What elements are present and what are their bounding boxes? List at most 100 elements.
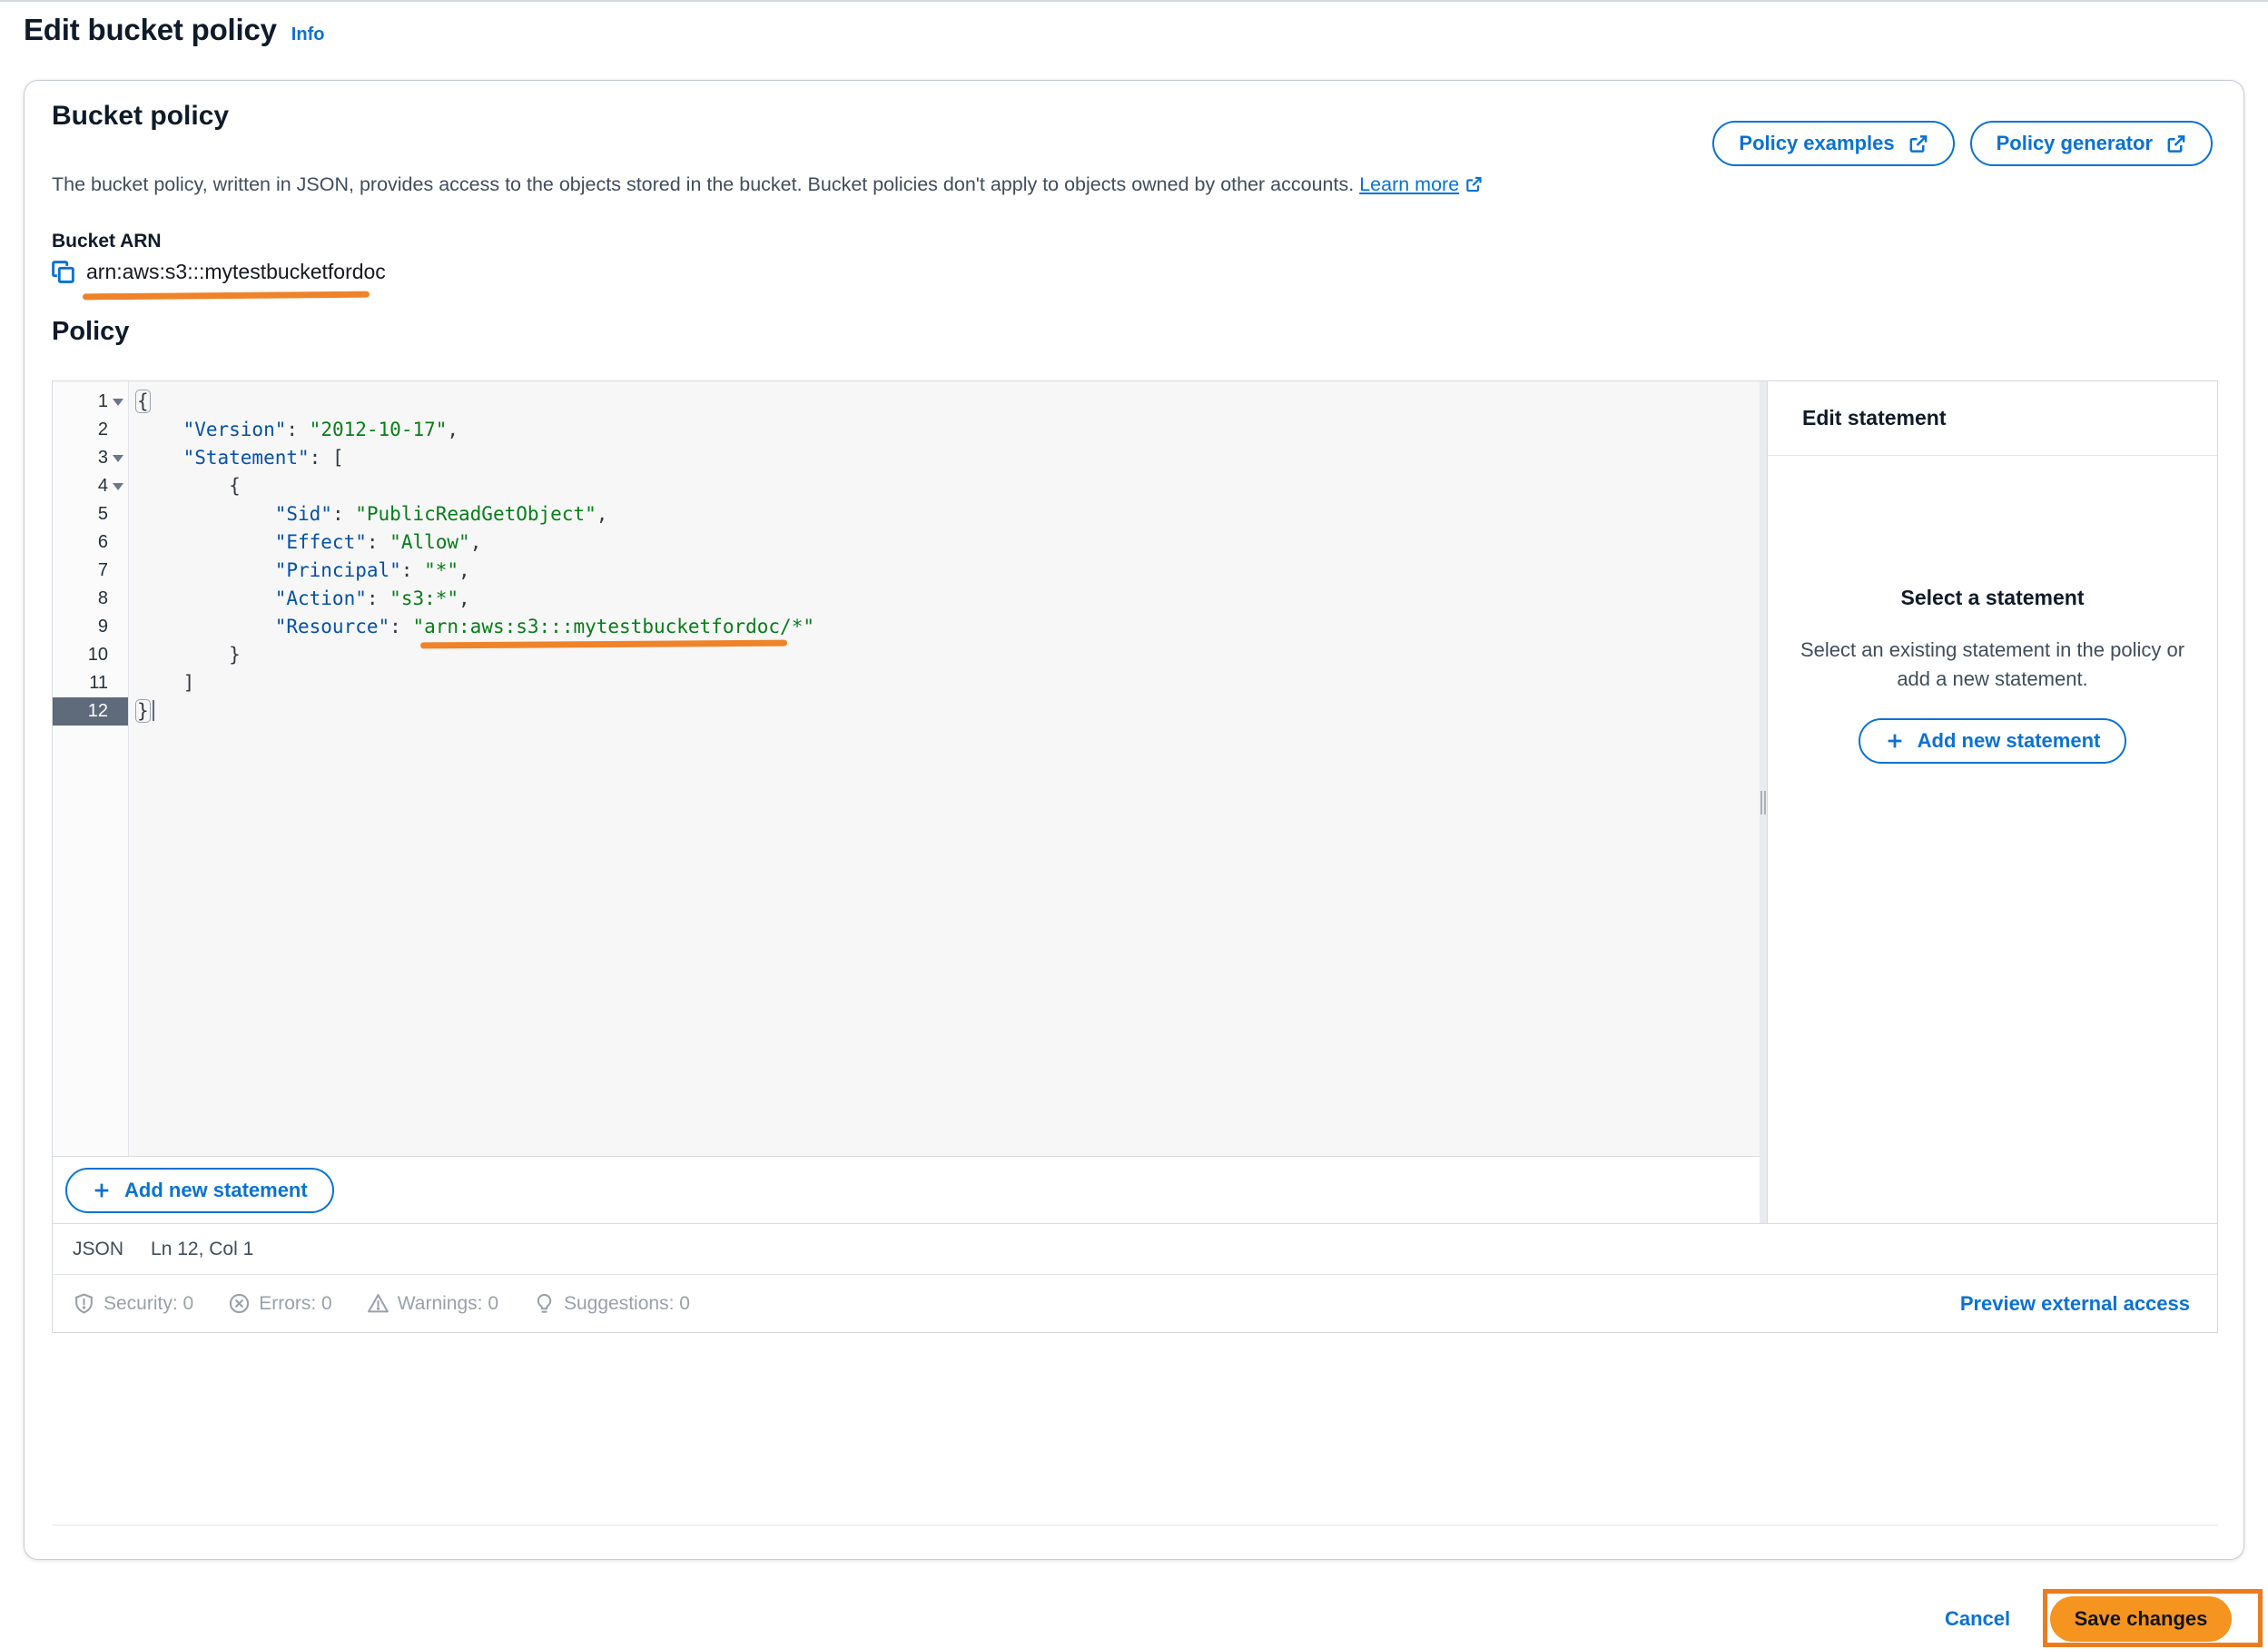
code-token bbox=[137, 616, 275, 637]
code-token: "s3:*" bbox=[390, 588, 459, 609]
line-number: 5 bbox=[98, 504, 108, 525]
code-token: , bbox=[459, 588, 470, 609]
fold-arrow-icon[interactable] bbox=[108, 388, 128, 416]
suggestions-check[interactable]: Suggestions: 0 bbox=[533, 1292, 690, 1315]
code-line: "Principal": "*", bbox=[137, 557, 1760, 585]
code-token: } bbox=[135, 699, 151, 723]
fold-arrow-slot bbox=[108, 500, 128, 528]
edit-statement-title: Edit statement bbox=[1768, 381, 2217, 456]
copy-icon[interactable] bbox=[50, 259, 76, 285]
code-token: "Statement" bbox=[183, 447, 310, 469]
gutter-line: 9 bbox=[53, 613, 128, 641]
code-token: "Principal" bbox=[275, 559, 401, 581]
editor-add-statement-row: Add new statement bbox=[53, 1157, 1760, 1223]
code-token: "2012-10-17" bbox=[310, 419, 448, 440]
code-token: } bbox=[137, 644, 241, 666]
line-number: 12 bbox=[88, 701, 108, 722]
page-title: Edit bucket policy bbox=[24, 13, 277, 47]
editor-left: 123456789101112 { "Version": "2012-10-17… bbox=[53, 381, 1760, 1223]
editor-main: 123456789101112 { "Version": "2012-10-17… bbox=[53, 381, 2217, 1223]
policy-generator-button[interactable]: Policy generator bbox=[1970, 121, 2213, 166]
bucket-policy-heading: Bucket policy bbox=[52, 101, 229, 132]
code-token: , bbox=[459, 559, 470, 581]
fold-arrow-icon[interactable] bbox=[108, 444, 128, 472]
line-number: 8 bbox=[98, 588, 108, 609]
add-new-statement-button[interactable]: Add new statement bbox=[65, 1168, 334, 1213]
edit-statement-panel: Edit statement Select a statement Select… bbox=[1767, 381, 2217, 1223]
gutter-line: 2 bbox=[53, 416, 128, 444]
code-token: ] bbox=[137, 672, 194, 694]
line-number: 9 bbox=[98, 617, 108, 637]
code-token: "Resource" bbox=[275, 616, 390, 637]
code-token: : bbox=[367, 531, 390, 553]
fold-arrow-slot bbox=[108, 697, 128, 726]
line-number: 11 bbox=[89, 673, 108, 694]
code-token: "*" bbox=[424, 559, 459, 581]
errors-check[interactable]: Errors: 0 bbox=[228, 1292, 332, 1315]
code-gutter: 123456789101112 bbox=[53, 381, 129, 1156]
line-number: 1 bbox=[98, 391, 108, 412]
gutter-line[interactable]: 4 bbox=[53, 472, 128, 500]
plus-icon bbox=[1885, 731, 1905, 751]
fold-arrow-slot bbox=[108, 669, 128, 697]
gutter-line: 8 bbox=[53, 585, 128, 613]
line-number: 2 bbox=[98, 420, 108, 440]
security-check-label: Security: 0 bbox=[104, 1293, 193, 1315]
code-token: "Effect" bbox=[275, 531, 367, 553]
external-link-icon bbox=[2165, 133, 2186, 154]
edit-statement-empty-state: Select a statement Select an existing st… bbox=[1768, 456, 2217, 1223]
code-token bbox=[137, 531, 275, 553]
policy-generator-label: Policy generator bbox=[1997, 132, 2153, 155]
error-circle-icon bbox=[228, 1292, 251, 1315]
editor-language: JSON bbox=[73, 1239, 123, 1260]
select-statement-description: Select an existing statement in the poli… bbox=[1795, 636, 2190, 694]
gutter-line: 10 bbox=[53, 641, 128, 669]
code-line: } bbox=[137, 697, 1760, 726]
gutter-line: 11 bbox=[53, 669, 128, 697]
code-line: { bbox=[137, 388, 1760, 416]
code-token: "Sid" bbox=[275, 503, 332, 525]
errors-check-label: Errors: 0 bbox=[259, 1293, 332, 1315]
bucket-arn-value: arn:aws:s3:::mytestbucketfordoc bbox=[86, 260, 386, 284]
panel-add-new-statement-button[interactable]: Add new statement bbox=[1859, 718, 2127, 764]
fold-arrow-icon[interactable] bbox=[108, 472, 128, 500]
line-number: 6 bbox=[98, 532, 108, 553]
save-changes-button[interactable]: Save changes bbox=[2050, 1596, 2232, 1642]
code-token: "PublicReadGetObject" bbox=[355, 503, 597, 525]
gutter-line: 5 bbox=[53, 500, 128, 528]
info-link[interactable]: Info bbox=[291, 25, 325, 45]
code-token bbox=[137, 559, 275, 581]
warnings-check-label: Warnings: 0 bbox=[398, 1293, 498, 1315]
policy-examples-button[interactable]: Policy examples bbox=[1712, 121, 1954, 166]
gutter-line[interactable]: 3 bbox=[53, 444, 128, 472]
annotation-underline-bucket-arn bbox=[83, 291, 370, 301]
fold-arrow-slot bbox=[108, 528, 128, 557]
policy-editor: 123456789101112 { "Version": "2012-10-17… bbox=[52, 380, 2218, 1333]
shield-icon bbox=[73, 1292, 95, 1315]
policy-examples-label: Policy examples bbox=[1739, 132, 1894, 155]
fold-arrow-slot bbox=[108, 585, 128, 613]
code-line: } bbox=[137, 641, 1760, 669]
add-new-statement-label: Add new statement bbox=[124, 1179, 308, 1202]
select-statement-title: Select a statement bbox=[1795, 586, 2190, 610]
plus-icon bbox=[92, 1180, 112, 1200]
gutter-line: 7 bbox=[53, 557, 128, 585]
editor-resize-handle[interactable] bbox=[1760, 381, 1767, 1223]
card-bottom-divider bbox=[52, 1525, 2218, 1526]
learn-more-link[interactable]: Learn more bbox=[1359, 173, 1483, 195]
preview-external-access-link[interactable]: Preview external access bbox=[1960, 1292, 2190, 1316]
code-token: " bbox=[412, 616, 424, 637]
lightbulb-icon bbox=[533, 1292, 556, 1315]
code-token: /*" bbox=[780, 616, 814, 637]
cancel-button[interactable]: Cancel bbox=[1945, 1607, 2010, 1631]
code-token: : bbox=[286, 419, 309, 440]
code-editor-area[interactable]: { "Version": "2012-10-17", "Statement": … bbox=[129, 381, 1760, 1156]
gutter-line[interactable]: 1 bbox=[53, 388, 128, 416]
security-check[interactable]: Security: 0 bbox=[73, 1292, 193, 1315]
bucket-arn-row: arn:aws:s3:::mytestbucketfordoc bbox=[50, 259, 386, 285]
bucket-policy-card: Bucket policy Policy examples Policy gen… bbox=[24, 80, 2244, 1560]
code-line: ] bbox=[137, 669, 1760, 697]
panel-add-new-statement-label: Add new statement bbox=[1918, 729, 2101, 753]
warnings-check[interactable]: Warnings: 0 bbox=[367, 1292, 498, 1315]
bucket-arn-label: Bucket ARN bbox=[52, 231, 162, 252]
